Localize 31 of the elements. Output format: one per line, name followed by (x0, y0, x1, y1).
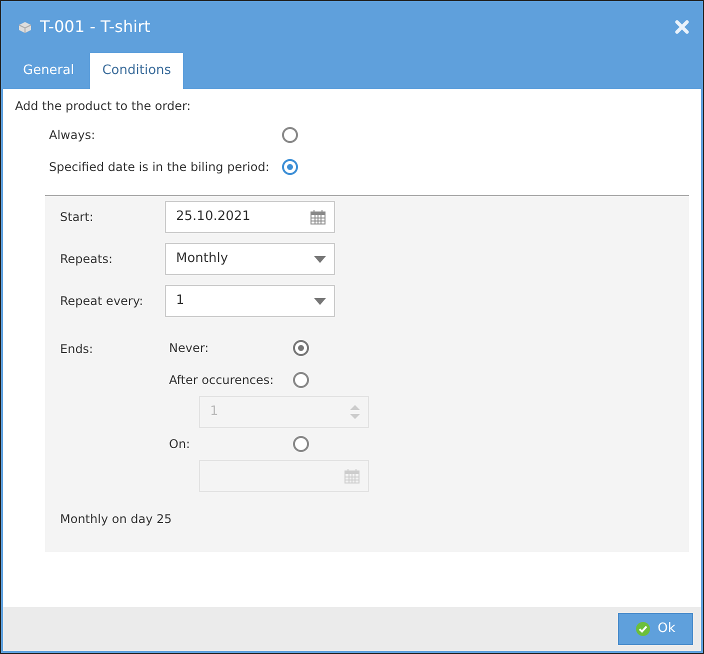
field-label: Ends: (60, 341, 94, 358)
dialog-title: T-001 - T-shirt (40, 16, 150, 38)
radio-button[interactable] (293, 340, 309, 356)
select-field[interactable]: 1 (165, 285, 335, 317)
spinner-icon (350, 404, 360, 420)
calendar-icon (310, 209, 326, 225)
ok-button[interactable]: Ok (618, 613, 693, 645)
calendar-icon (344, 468, 360, 484)
option-label: Always: (49, 127, 96, 144)
radio-button[interactable] (282, 159, 298, 175)
tab[interactable]: Conditions (90, 53, 184, 89)
check-icon (636, 622, 650, 636)
radio-button[interactable] (293, 436, 309, 452)
summary-text: Monthly on day 25 (60, 511, 173, 528)
option-label: After occurences: (169, 372, 275, 389)
caret-icon (314, 298, 326, 304)
close-icon[interactable] (675, 20, 689, 34)
option-label: On: (169, 436, 192, 453)
caret-icon (314, 256, 326, 262)
box-icon (18, 20, 32, 32)
option-label: Specified date is in the biling period: (49, 159, 270, 176)
field-label: Repeats: (60, 251, 114, 268)
option-label: Never: (169, 340, 210, 357)
field-label: Start: (60, 209, 94, 226)
radio-button[interactable] (282, 127, 298, 143)
intro-text: Add the product to the order: (15, 98, 192, 115)
select-field[interactable]: Monthly (165, 243, 335, 275)
date-field[interactable]: 25.10.2021 (165, 201, 335, 233)
radio-button[interactable] (293, 372, 309, 388)
field-label: Repeat every: (60, 293, 144, 310)
tab[interactable]: General (11, 53, 86, 89)
